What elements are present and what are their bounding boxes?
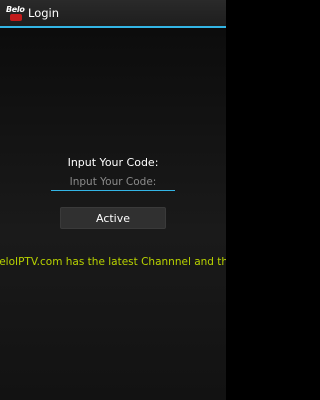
code-input[interactable] bbox=[51, 173, 175, 191]
login-content: Input Your Code: Active BeloIPTV.com has… bbox=[0, 28, 226, 400]
page-title: Login bbox=[28, 6, 60, 20]
active-button[interactable]: Active bbox=[60, 207, 166, 229]
ticker-text: BeloIPTV.com has the latest Channnel and… bbox=[0, 256, 226, 268]
app-logo: Belo bbox=[6, 5, 25, 22]
code-prompt-label: Input Your Code: bbox=[67, 156, 159, 169]
action-bar: Belo Login bbox=[0, 0, 226, 28]
logo-mark bbox=[10, 14, 22, 21]
logo-text: Belo bbox=[6, 5, 25, 14]
ticker: BeloIPTV.com has the latest Channnel and… bbox=[0, 256, 226, 272]
